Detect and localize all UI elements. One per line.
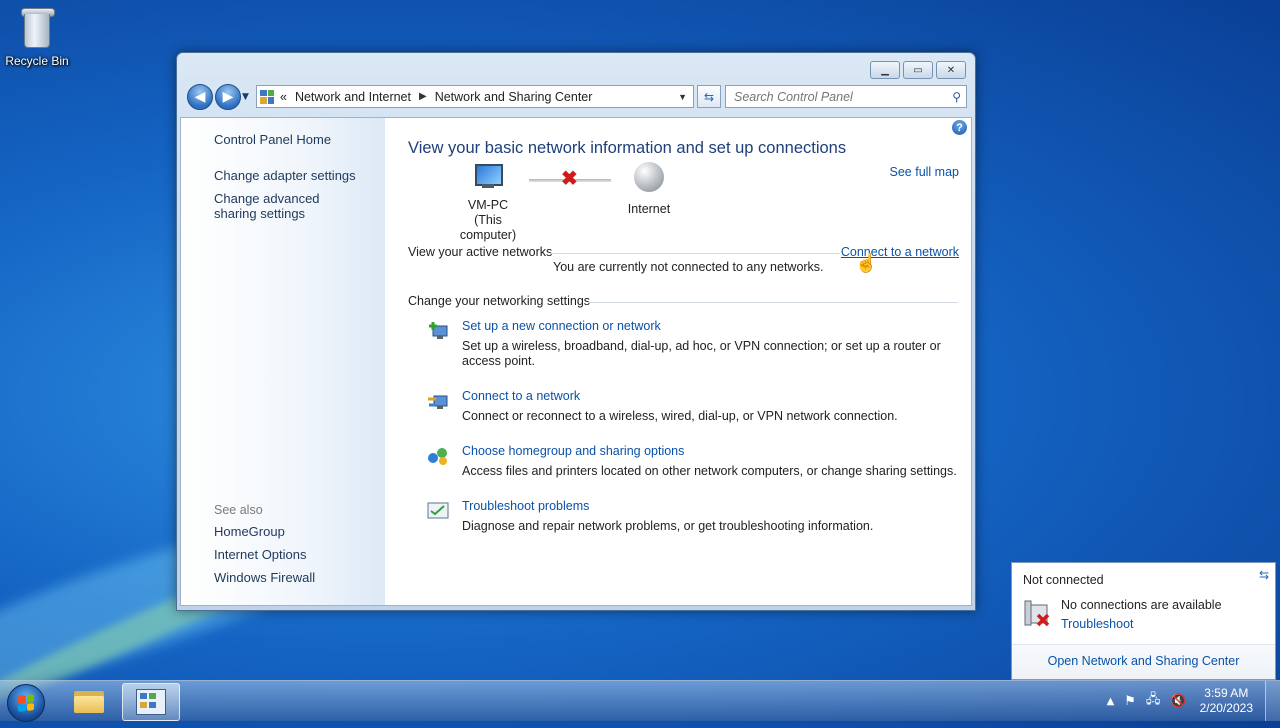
content-area: Control Panel Home Change adapter settin… (180, 117, 972, 606)
network-flyout: Not connected ⇆ No connections are avail… (1011, 562, 1276, 680)
show-desktop-button[interactable] (1265, 681, 1280, 721)
refresh-button[interactable]: ⇆ (697, 85, 721, 108)
control-panel-icon (260, 89, 274, 104)
homegroup-icon (428, 448, 447, 465)
change-advanced-sharing-link[interactable]: Change advanced sharing settings (214, 191, 364, 221)
troubleshoot-problems-desc: Diagnose and repair network problems, or… (462, 519, 874, 533)
search-input[interactable] (732, 88, 946, 105)
section-divider (550, 253, 840, 254)
see-full-map-link[interactable]: See full map (890, 165, 959, 179)
hand-cursor-icon: ☝ (855, 253, 878, 273)
new-connection-icon (429, 322, 448, 339)
clock-date: 2/20/2023 (1199, 701, 1253, 715)
troubleshoot-icon (427, 502, 449, 519)
section-divider (588, 302, 958, 303)
breadcrumb-overflow[interactable]: « (280, 90, 287, 104)
internet-label: Internet (627, 202, 671, 216)
internet-node[interactable]: Internet (619, 162, 679, 216)
taskbar-explorer-button[interactable] (61, 683, 117, 719)
action-center-flag-icon[interactable]: ⚑ (1124, 694, 1136, 709)
system-tray: ▲ ⚑ 🖧 🔇 3:59 AM 2/20/2023 (1102, 681, 1280, 721)
arrow-left-icon: ◀ (194, 89, 206, 105)
forward-button[interactable]: ▶ (215, 84, 241, 110)
page-title: View your basic network information and … (408, 139, 847, 157)
setup-connection-link[interactable]: Set up a new connection or network (462, 319, 661, 333)
connect-network-icon (428, 395, 448, 409)
recycle-bin-label: Recycle Bin (5, 54, 69, 68)
see-also-label: See also (214, 503, 263, 517)
navigation-bar: ◀ ▶ ▼ « Network and Internet ▶ Network a… (185, 84, 967, 110)
active-networks-label: View your active networks (408, 245, 553, 259)
internet-options-link[interactable]: Internet Options (214, 547, 307, 562)
address-bar[interactable]: « Network and Internet ▶ Network and Sha… (256, 85, 694, 108)
clock[interactable]: 3:59 AM 2/20/2023 (1200, 686, 1253, 716)
volume-muted-icon[interactable]: 🔇 (1170, 694, 1186, 709)
this-computer-node[interactable]: VM-PC (This computer) (447, 162, 529, 243)
recycle-bin-icon (20, 6, 55, 50)
caption-buttons: ▁ ▭ ✕ (870, 61, 966, 79)
task-pane: Control Panel Home Change adapter settin… (181, 118, 385, 605)
control-panel-icon (136, 689, 166, 715)
breadcrumb-network-and-internet[interactable]: Network and Internet (295, 90, 411, 104)
computer-name: VM-PC (467, 198, 509, 212)
connect-network-desc: Connect or reconnect to a wireless, wire… (462, 409, 898, 423)
network-disconnected-icon[interactable]: 🖧 (1146, 690, 1161, 712)
no-connection-icon (1024, 600, 1050, 627)
homegroup-link[interactable]: HomeGroup (214, 524, 285, 539)
address-dropdown-icon[interactable]: ▼ (678, 92, 687, 102)
breadcrumb-separator-icon[interactable]: ▶ (419, 91, 427, 102)
change-adapter-settings-link[interactable]: Change adapter settings (214, 168, 356, 183)
search-icon[interactable]: ⚲ (952, 90, 961, 104)
homegroup-sharing-desc: Access files and printers located on oth… (462, 464, 957, 478)
flyout-title: Not connected (1023, 573, 1104, 587)
connect-network-task-link[interactable]: Connect to a network (462, 389, 580, 403)
computer-subtitle: (This computer) (459, 213, 517, 242)
open-network-center-link[interactable]: Open Network and Sharing Center (1012, 644, 1275, 679)
refresh-icon: ⇆ (703, 89, 715, 104)
arrow-right-icon: ▶ (222, 89, 234, 105)
back-button[interactable]: ◀ (187, 84, 213, 110)
maximize-button[interactable]: ▭ (903, 61, 933, 79)
globe-icon (634, 162, 664, 192)
main-pane: ? View your basic network information an… (385, 118, 971, 605)
start-button[interactable] (7, 684, 45, 722)
not-connected-message: You are currently not connected to any n… (553, 260, 824, 274)
troubleshoot-problems-link[interactable]: Troubleshoot problems (462, 499, 589, 513)
search-box[interactable]: ⚲ (725, 85, 967, 108)
flyout-refresh-icon[interactable]: ⇆ (1259, 568, 1269, 582)
taskbar: ▲ ⚑ 🖧 🔇 3:59 AM 2/20/2023 (0, 680, 1280, 722)
setup-connection-desc: Set up a wireless, broadband, dial-up, a… (462, 339, 941, 368)
windows-logo-icon (18, 694, 34, 712)
recent-pages-dropdown[interactable]: ▼ (242, 92, 249, 102)
homegroup-sharing-link[interactable]: Choose homegroup and sharing options (462, 444, 684, 458)
flyout-message: No connections are available (1061, 598, 1222, 612)
network-sharing-center-window: ▁ ▭ ✕ ◀ ▶ ▼ « Network and Internet ▶ Net… (176, 52, 976, 611)
windows-firewall-link[interactable]: Windows Firewall (214, 570, 315, 585)
help-icon[interactable]: ? (952, 120, 967, 135)
disconnected-x-icon[interactable]: ✖ (561, 166, 578, 191)
recycle-bin-desktop-icon[interactable]: Recycle Bin (4, 6, 70, 68)
clock-time: 3:59 AM (1204, 686, 1249, 700)
breadcrumb-network-sharing-center[interactable]: Network and Sharing Center (435, 90, 593, 104)
show-hidden-icons-icon[interactable]: ▲ (1107, 696, 1115, 707)
computer-icon (473, 164, 503, 190)
minimize-button[interactable]: ▁ (870, 61, 900, 79)
taskbar-control-panel-button[interactable] (122, 683, 180, 721)
control-panel-home-link[interactable]: Control Panel Home (214, 132, 331, 147)
close-button[interactable]: ✕ (936, 61, 966, 79)
networking-settings-label: Change your networking settings (408, 294, 591, 308)
flyout-troubleshoot-link[interactable]: Troubleshoot (1061, 617, 1134, 631)
folder-icon (74, 689, 104, 713)
